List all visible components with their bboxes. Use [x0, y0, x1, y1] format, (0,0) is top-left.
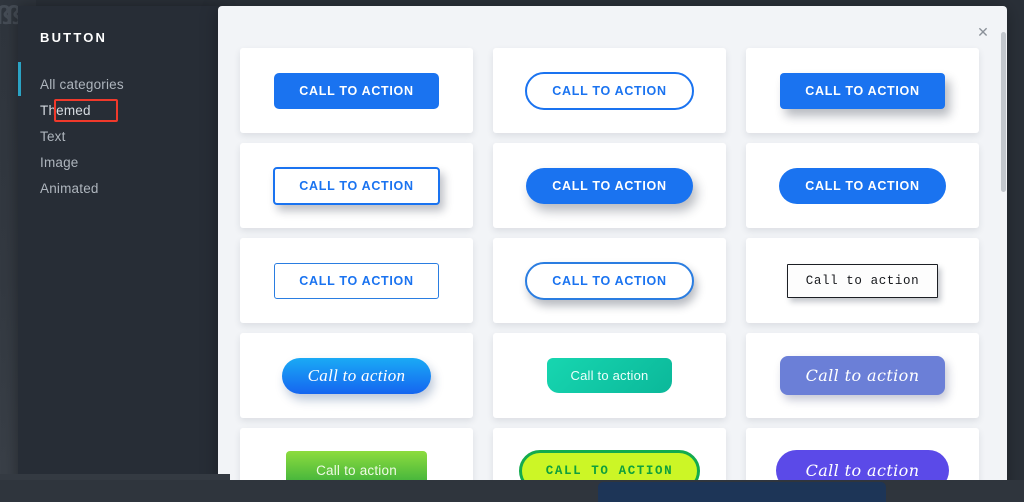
- cta-button-teal-gradient-rect[interactable]: Call to action: [546, 358, 673, 393]
- button-card: CALL TO ACTION: [746, 48, 979, 133]
- button-card: CALL TO ACTION: [746, 143, 979, 228]
- button-gallery-grid: CALL TO ACTION CALL TO ACTION CALL TO ACTI…: [240, 48, 980, 496]
- scrollbar-track[interactable]: [1001, 6, 1007, 496]
- content-panel: ✕ CALL TO ACTION CALL TO ACTION CALL TO AC…: [218, 6, 1007, 496]
- button-card: Call to action: [746, 238, 979, 323]
- scrollbar-thumb[interactable]: [1001, 32, 1006, 192]
- cta-button-serif-italic-blue-gradient-pill[interactable]: Call to action: [281, 357, 432, 394]
- button-card: CALL TO ACTION: [493, 48, 726, 133]
- button-card: CALL TO ACTION: [240, 48, 473, 133]
- cta-button-outline-rect-blue[interactable]: CALL TO ACTION: [274, 262, 439, 299]
- button-card: Call to action: [493, 333, 726, 418]
- bottom-strip: [0, 480, 1024, 502]
- sidebar-item-themed[interactable]: Themed: [40, 103, 91, 118]
- cta-button-outline-pill-blue-drop-shadow[interactable]: CALL TO ACTION: [525, 261, 694, 300]
- cta-button-solid-rect-blue-drop-shadow[interactable]: CALL TO ACTION: [780, 72, 945, 109]
- sidebar: BUTTON All categories Themed Text Image …: [18, 6, 221, 496]
- sidebar-item-all-categories[interactable]: All categories: [40, 77, 124, 92]
- close-icon[interactable]: ✕: [975, 24, 991, 40]
- cta-button-monospace-black-box[interactable]: Call to action: [786, 263, 939, 298]
- cta-button-solid-pill-blue-drop-shadow[interactable]: CALL TO ACTION: [526, 167, 693, 204]
- sidebar-accent-bar: [18, 62, 21, 96]
- sidebar-title: BUTTON: [40, 30, 108, 45]
- button-card: CALL TO ACTION: [493, 143, 726, 228]
- cta-button-solid-pill-blue[interactable]: CALL TO ACTION: [779, 167, 946, 204]
- cta-button-outline-pill-blue[interactable]: CALL TO ACTION: [525, 71, 694, 110]
- cta-button-script-periwinkle-rounded[interactable]: Call to action: [779, 356, 946, 395]
- cta-button-outline-rect-blue-drop-shadow[interactable]: CALL TO ACTION: [273, 166, 440, 205]
- cta-button-solid-rounded-rect-blue[interactable]: CALL TO ACTION: [274, 72, 439, 109]
- sidebar-item-text[interactable]: Text: [40, 129, 66, 144]
- button-card: CALL TO ACTION: [240, 238, 473, 323]
- button-card: Call to action: [746, 333, 979, 418]
- sidebar-item-image[interactable]: Image: [40, 155, 79, 170]
- bottom-navy-tab[interactable]: [598, 482, 886, 502]
- sidebar-item-animated[interactable]: Animated: [40, 181, 99, 196]
- button-card: CALL TO ACTION: [493, 238, 726, 323]
- button-card: Call to action: [240, 333, 473, 418]
- button-card: CALL TO ACTION: [240, 143, 473, 228]
